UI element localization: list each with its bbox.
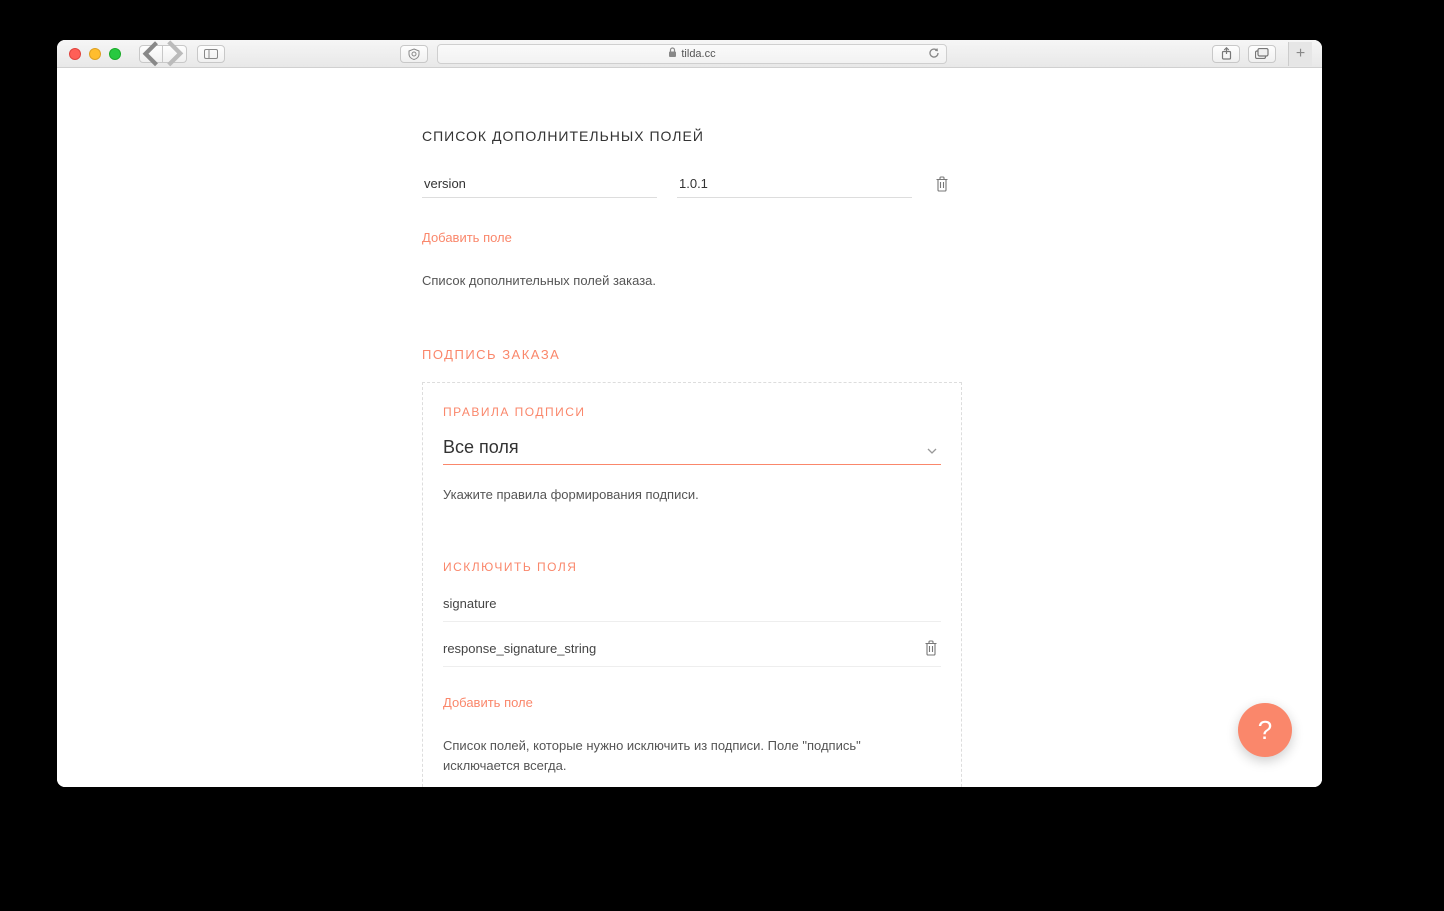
minimize-window-button[interactable] [89,48,101,60]
share-button[interactable] [1212,45,1240,63]
extra-field-value-input[interactable] [677,170,912,198]
chevron-down-icon [927,441,937,459]
window-controls [69,48,121,60]
extra-fields-help-text: Список дополнительных полей заказа. [422,271,962,291]
exclude-field-input[interactable] [443,641,921,656]
signature-rules-value: Все поля [443,437,941,458]
delete-exclude-field-button[interactable] [921,640,941,656]
extra-fields-section-title: СПИСОК ДОПОЛНИТЕЛЬНЫХ ПОЛЕЙ [422,128,962,144]
exclude-fields-title: ИСКЛЮЧИТЬ ПОЛЯ [443,560,941,574]
help-bubble-button[interactable]: ? [1238,703,1292,757]
reload-button[interactable] [928,47,940,62]
forward-button[interactable] [163,45,187,63]
browser-window: tilda.cc + СПИСОК ДОПОЛНИТЕЛЬНЫХ ПОЛЕЙ [57,40,1322,787]
privacy-report-button[interactable] [400,45,428,63]
nav-buttons [139,45,187,63]
signature-box: ПРАВИЛА ПОДПИСИ Все поля Укажите правила… [422,382,962,788]
exclude-field-input[interactable] [443,596,941,611]
trash-icon [924,640,938,656]
exclude-fields-help: Список полей, которые нужно исключить из… [443,736,941,775]
new-tab-button[interactable]: + [1288,42,1312,66]
extra-field-row [422,170,962,198]
lock-icon [668,47,677,61]
signature-rules-title: ПРАВИЛА ПОДПИСИ [443,405,941,419]
maximize-window-button[interactable] [109,48,121,60]
address-bar[interactable]: tilda.cc [437,44,947,64]
browser-titlebar: tilda.cc + [57,40,1322,68]
signature-rules-help: Укажите правила формирования подписи. [443,485,941,505]
add-extra-field-link[interactable]: Добавить поле [422,230,512,245]
titlebar-right-buttons: + [1212,42,1312,66]
back-button[interactable] [139,45,163,63]
help-bubble-label: ? [1258,715,1272,746]
url-text: tilda.cc [681,48,715,60]
tabs-button[interactable] [1248,45,1276,63]
signature-section-title: ПОДПИСЬ ЗАКАЗА [422,347,962,362]
exclude-field-row [443,630,941,667]
signature-rules-select[interactable]: Все поля [443,431,941,465]
trash-icon [935,176,949,192]
add-exclude-field-link[interactable]: Добавить поле [443,695,533,710]
extra-field-key-input[interactable] [422,170,657,198]
page-content: СПИСОК ДОПОЛНИТЕЛЬНЫХ ПОЛЕЙ Добавить пол… [57,68,1322,787]
close-window-button[interactable] [69,48,81,60]
delete-field-button[interactable] [932,176,952,192]
sidebar-toggle-button[interactable] [197,45,225,63]
exclude-field-row [443,586,941,622]
